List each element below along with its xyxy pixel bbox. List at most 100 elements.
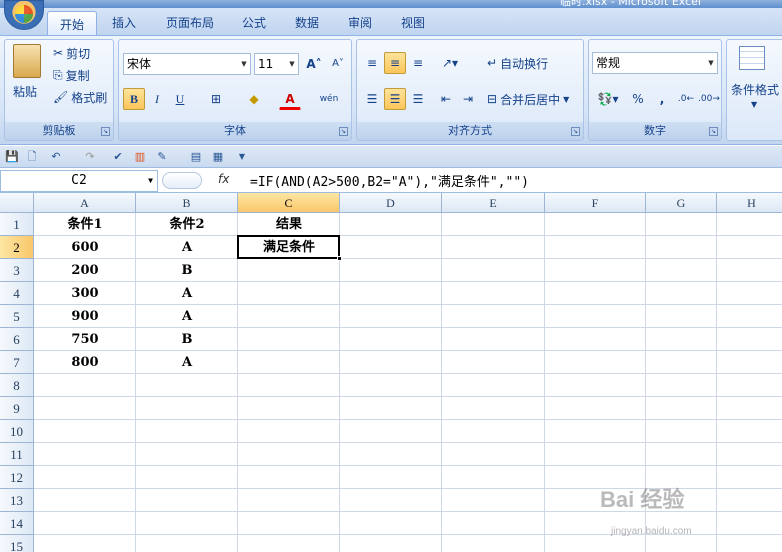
tab-page-layout[interactable]: 页面布局: [166, 14, 214, 31]
row-header-8[interactable]: 8: [0, 374, 34, 397]
grow-font-button[interactable]: A˄: [303, 53, 325, 75]
dialog-launcher-icon[interactable]: ↘: [709, 127, 718, 136]
tab-insert[interactable]: 插入: [112, 14, 136, 31]
conditional-format-icon[interactable]: [739, 46, 765, 70]
column-header-g[interactable]: G: [646, 193, 717, 213]
borders-icon[interactable]: ⊞: [205, 88, 227, 110]
cell-a7[interactable]: 800: [34, 351, 136, 374]
cell-a6[interactable]: 750: [34, 328, 136, 351]
row-header-10[interactable]: 10: [0, 420, 34, 443]
insert-function-button[interactable]: fx: [218, 172, 229, 186]
increase-decimal-icon[interactable]: .0←: [675, 88, 697, 110]
font-size-select[interactable]: 11 ▼: [254, 53, 299, 75]
merge-center-button[interactable]: 合并后居中: [500, 91, 560, 108]
column-header-a[interactable]: A: [34, 193, 136, 213]
row-header-4[interactable]: 4: [0, 282, 34, 305]
cell-b1[interactable]: 条件2: [136, 213, 238, 236]
column-header-c[interactable]: C: [238, 193, 340, 213]
row-header-1[interactable]: 1: [0, 213, 34, 236]
conditional-format-button[interactable]: 条件格式: [731, 78, 779, 100]
currency-icon[interactable]: 💱▾: [593, 88, 623, 110]
cell-b4[interactable]: A: [136, 282, 238, 305]
shrink-font-button[interactable]: A˅: [327, 53, 349, 75]
tab-view[interactable]: 视图: [401, 14, 425, 31]
formula-bar-handle[interactable]: [162, 172, 202, 189]
column-header-h[interactable]: H: [717, 193, 782, 213]
edit-icon[interactable]: ✎: [154, 149, 170, 165]
form-icon[interactable]: ▤: [188, 149, 204, 165]
chart-icon[interactable]: ▥: [132, 149, 148, 165]
cell-c1[interactable]: 结果: [238, 213, 340, 236]
cell-a3[interactable]: 200: [34, 259, 136, 282]
align-left-icon[interactable]: ☰: [361, 88, 383, 110]
align-center-icon[interactable]: ☰: [384, 88, 406, 110]
column-header-e[interactable]: E: [442, 193, 545, 213]
save-icon[interactable]: 💾: [4, 149, 20, 165]
undo-icon[interactable]: ↶: [48, 149, 64, 165]
name-box[interactable]: C2 ▼: [0, 170, 158, 192]
decrease-decimal-icon[interactable]: .00→: [697, 88, 720, 110]
paste-icon[interactable]: [13, 44, 41, 78]
cut-button[interactable]: 剪切: [66, 45, 90, 62]
align-bottom-icon[interactable]: ≡: [407, 52, 429, 74]
row-header-3[interactable]: 3: [0, 259, 34, 282]
row-header-2[interactable]: 2: [0, 236, 34, 259]
wrap-text-button[interactable]: 自动换行: [500, 55, 548, 72]
cell-b5[interactable]: A: [136, 305, 238, 328]
bold-button[interactable]: B: [123, 88, 145, 110]
cell-a5[interactable]: 900: [34, 305, 136, 328]
copy-button[interactable]: 复制: [66, 67, 90, 84]
select-all-corner[interactable]: [0, 193, 34, 213]
row-header-6[interactable]: 6: [0, 328, 34, 351]
italic-button[interactable]: I: [146, 88, 168, 110]
customize-qat-icon[interactable]: ▼: [234, 149, 250, 165]
column-header-f[interactable]: F: [545, 193, 646, 213]
cell-a4[interactable]: 300: [34, 282, 136, 305]
cell-b3[interactable]: B: [136, 259, 238, 282]
tab-review[interactable]: 审阅: [348, 14, 372, 31]
row-header-9[interactable]: 9: [0, 397, 34, 420]
number-format-select[interactable]: 常规 ▼: [592, 52, 718, 74]
increase-indent-icon[interactable]: ⇥: [457, 88, 479, 110]
row-header-13[interactable]: 13: [0, 489, 34, 512]
fill-color-icon[interactable]: ◆: [243, 88, 265, 110]
paste-button[interactable]: 粘贴: [13, 80, 37, 102]
dialog-launcher-icon[interactable]: ↘: [101, 127, 110, 136]
cell-b2[interactable]: A: [136, 236, 238, 259]
comma-button[interactable]: ,: [651, 88, 673, 110]
dialog-launcher-icon[interactable]: ↘: [339, 127, 348, 136]
cell-a2[interactable]: 600: [34, 236, 136, 259]
column-header-b[interactable]: B: [136, 193, 238, 213]
row-header-15[interactable]: 15: [0, 535, 34, 552]
check-icon[interactable]: ✔: [110, 149, 126, 165]
redo-icon[interactable]: ↷: [82, 149, 98, 165]
column-header-d[interactable]: D: [340, 193, 442, 213]
format-painter-button[interactable]: 格式刷: [71, 89, 107, 106]
cell-a1[interactable]: 条件1: [34, 213, 136, 236]
cell-b7[interactable]: A: [136, 351, 238, 374]
align-top-icon[interactable]: ≡: [361, 52, 383, 74]
tab-formulas[interactable]: 公式: [242, 14, 266, 31]
row-header-7[interactable]: 7: [0, 351, 34, 374]
cell-b6[interactable]: B: [136, 328, 238, 351]
decrease-indent-icon[interactable]: ⇤: [435, 88, 457, 110]
percent-button[interactable]: %: [627, 88, 649, 110]
row-header-14[interactable]: 14: [0, 512, 34, 535]
new-file-icon[interactable]: 🗋: [24, 149, 40, 165]
formula-input[interactable]: =IF(AND(A2>500,B2="A"),"满足条件",""): [250, 171, 529, 190]
align-right-icon[interactable]: ☰: [407, 88, 429, 110]
align-middle-icon[interactable]: ≡: [384, 52, 406, 74]
tab-data[interactable]: 数据: [295, 14, 319, 31]
phonetic-button[interactable]: wén: [315, 88, 343, 110]
orientation-icon[interactable]: ↗▾: [435, 52, 465, 74]
dialog-launcher-icon[interactable]: ↘: [571, 127, 580, 136]
tab-home[interactable]: 开始: [47, 11, 98, 37]
fill-handle[interactable]: [337, 256, 342, 261]
row-header-5[interactable]: 5: [0, 305, 34, 328]
font-color-button[interactable]: A: [279, 88, 301, 110]
font-name-select[interactable]: 宋体 ▼: [123, 53, 251, 75]
row-header-12[interactable]: 12: [0, 466, 34, 489]
underline-button[interactable]: U: [169, 88, 191, 110]
filter-icon[interactable]: ▦: [210, 149, 226, 165]
row-header-11[interactable]: 11: [0, 443, 34, 466]
